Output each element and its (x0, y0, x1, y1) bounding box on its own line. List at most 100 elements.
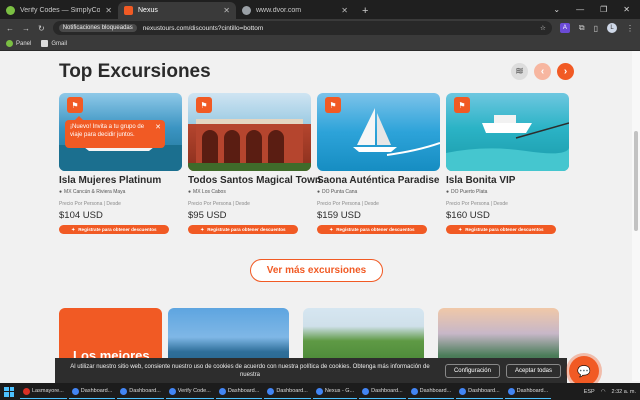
register-discount-button[interactable]: ✦ Regístrate para obtener descuentos (317, 225, 427, 234)
bookmark-gmail[interactable]: Gmail (41, 40, 67, 47)
bookmark-panel[interactable]: Panel (6, 40, 31, 47)
globe-favicon-icon (242, 6, 251, 15)
register-discount-button[interactable]: ✦ Regístrate para obtener descuentos (446, 225, 556, 234)
discount-tag-icon: ✦ (200, 226, 205, 232)
minimize-icon[interactable]: — (576, 5, 584, 14)
carousel-next-button[interactable]: › (557, 63, 574, 80)
more-excursions-button[interactable]: Ver más excursiones (250, 259, 383, 282)
card-location: ● DO Punta Cana (317, 189, 440, 195)
windows-start-icon[interactable] (4, 386, 14, 397)
tab-search-icon[interactable]: ⌄ (553, 5, 560, 14)
taskbar-item-label: Dashboard... (227, 388, 260, 394)
taskbar-item[interactable]: Dashboard... (359, 384, 406, 399)
system-tray: ESP ◠ 2:32 a. m. (584, 389, 636, 395)
language-indicator[interactable]: ESP (584, 389, 595, 395)
tab-close-icon[interactable]: ✕ (341, 6, 348, 15)
excursion-card-isla-bonita[interactable]: ⚑ Isla Bonita VIP ● DO Puerto Plata Preci… (446, 93, 569, 234)
tab-close-icon[interactable]: ✕ (223, 6, 230, 15)
notifications-blocked-chip[interactable]: Notificaciones bloqueadas (58, 24, 137, 32)
close-window-icon[interactable]: ✕ (623, 5, 630, 14)
url-text[interactable]: nexustours.com/discounts?cintillo=bottom (143, 25, 264, 32)
sidebar-icon[interactable]: ▯ (594, 24, 598, 33)
group-icon[interactable]: ⚑ (196, 97, 212, 113)
taskbar-item[interactable]: Dashboard... (117, 384, 164, 399)
clock[interactable]: 2:32 a. m. (612, 389, 636, 395)
discount-tag-icon: ✦ (71, 226, 76, 232)
card-title[interactable]: Isla Mujeres Platinum (59, 175, 182, 186)
excursion-card-isla-mujeres[interactable]: ⚑ ¡Nuevo! Invita a tu grupo de viaje par… (59, 93, 182, 234)
taskbar-item[interactable]: Verify Code... (165, 384, 214, 399)
bookmark-star-icon[interactable]: ☆ (540, 24, 546, 32)
chrome-icon (459, 387, 467, 395)
discount-tag-icon: ✦ (329, 226, 334, 232)
taskbar-item-label: Dashboard... (276, 388, 308, 394)
taskbar-item[interactable]: Dashboard... (504, 384, 552, 399)
reload-icon[interactable]: ↻ (38, 24, 45, 33)
price-caption: Precio Por Persona | Desde (59, 201, 121, 207)
filter-button[interactable]: ≋ (511, 63, 528, 80)
page-scrollbar[interactable] (632, 51, 640, 381)
wifi-icon[interactable]: ◠ (601, 389, 606, 395)
carousel-prev-button[interactable]: ‹ (534, 63, 551, 80)
profile-avatar[interactable]: L (607, 23, 617, 33)
os-taskbar: Lasmayore... Dashboard... Dashboard... V… (0, 383, 640, 400)
card-title[interactable]: Isla Bonita VIP (446, 175, 569, 186)
forward-icon[interactable]: → (22, 24, 30, 33)
chat-bubble-icon: 💬 (577, 365, 591, 378)
tab-close-icon[interactable]: ✕ (105, 6, 112, 15)
excursion-card-todos-santos[interactable]: ⚑ Todos Santos Magical Town ● MX Los Cabo… (188, 93, 321, 234)
taskbar-item[interactable]: Lasmayore... (20, 384, 67, 399)
browser-toolbar: ← → ↻ Notificaciones bloqueadas nexustou… (0, 19, 640, 37)
tab-label: Nexus (138, 7, 158, 14)
taskbar-item[interactable]: Dashboard... (264, 384, 311, 399)
discount-tag-icon: ✦ (458, 226, 463, 232)
card-title[interactable]: Saona Auténtica Paradise (317, 175, 440, 186)
location-text: MX Cancún & Riviera Maya (64, 189, 126, 195)
group-invite-tooltip[interactable]: ¡Nuevo! Invita a tu grupo de viaje para … (65, 116, 165, 148)
taskbar-item[interactable]: Dashboard... (215, 384, 263, 399)
group-icon[interactable]: ⚑ (454, 97, 470, 113)
menu-kebab-icon[interactable]: ⋮ (626, 24, 634, 33)
gmail-favicon-icon (41, 40, 49, 47)
cookie-text: Al utilizar nuestro sitio web, consiente… (70, 363, 430, 378)
new-tab-icon[interactable]: + (354, 2, 376, 19)
chrome-icon (267, 387, 275, 395)
taskbar-item-label: Nexus - G... (324, 388, 355, 394)
tab-label: Verify Codes — SimplyCodes (20, 7, 101, 14)
card-price: $159 USD (317, 210, 361, 221)
excursion-card-saona[interactable]: ⚑ Saona Auténtica Paradise ● DO Punta Can… (317, 93, 440, 234)
close-icon[interactable]: ✕ (155, 123, 161, 132)
address-bar[interactable]: Notificaciones bloqueadas nexustours.com… (52, 21, 552, 35)
group-icon[interactable]: ⚑ (325, 97, 341, 113)
card-title[interactable]: Todos Santos Magical Town (188, 175, 321, 186)
back-icon[interactable]: ← (6, 24, 14, 33)
location-text: DO Puerto Plata (451, 189, 488, 195)
chat-button[interactable]: 💬 (569, 356, 599, 386)
card-location: ● DO Puerto Plata (446, 189, 569, 195)
taskbar-item[interactable]: Dashboard... (456, 384, 503, 399)
simplycodes-favicon-icon (6, 6, 15, 15)
register-discount-button[interactable]: ✦ Regístrate para obtener descuentos (59, 225, 169, 234)
window-controls: ⌄ — ❐ ✕ (553, 0, 640, 19)
taskbar-item[interactable]: Dashboard... (68, 384, 116, 399)
card-image[interactable]: ⚑ (317, 93, 440, 171)
accept-all-button[interactable]: Aceptar todas (505, 364, 561, 378)
page-content: Top Excursiones ≋ ‹ › ⚑ ¡Nuevo! Invita a… (0, 51, 632, 381)
cookie-banner: Al utilizar nuestro sitio web, consiente… (55, 358, 567, 384)
tab-nexus[interactable]: Nexus ✕ (118, 2, 236, 19)
maximize-icon[interactable]: ❐ (600, 5, 607, 14)
tab-dvor[interactable]: www.dvor.com ✕ (236, 2, 354, 19)
extension-a-icon[interactable]: A (559, 23, 570, 33)
tab-verify-codes[interactable]: Verify Codes — SimplyCodes ✕ (0, 2, 118, 19)
card-image[interactable]: ⚑ (446, 93, 569, 171)
card-image[interactable]: ⚑ (188, 93, 311, 171)
toolbar-extensions: A ⧉ ▯ L ⋮ (559, 23, 634, 33)
cookie-settings-button[interactable]: Configuración (444, 364, 500, 378)
taskbar-item[interactable]: Dashboard... (407, 384, 455, 399)
scrollbar-thumb[interactable] (634, 131, 638, 231)
group-icon[interactable]: ⚑ (67, 97, 83, 113)
extensions-puzzle-icon[interactable]: ⧉ (579, 23, 585, 33)
taskbar-item-label: Dashboard... (516, 388, 549, 394)
register-discount-button[interactable]: ✦ Regístrate para obtener descuentos (188, 225, 298, 234)
taskbar-item[interactable]: Nexus - G... (312, 384, 358, 399)
